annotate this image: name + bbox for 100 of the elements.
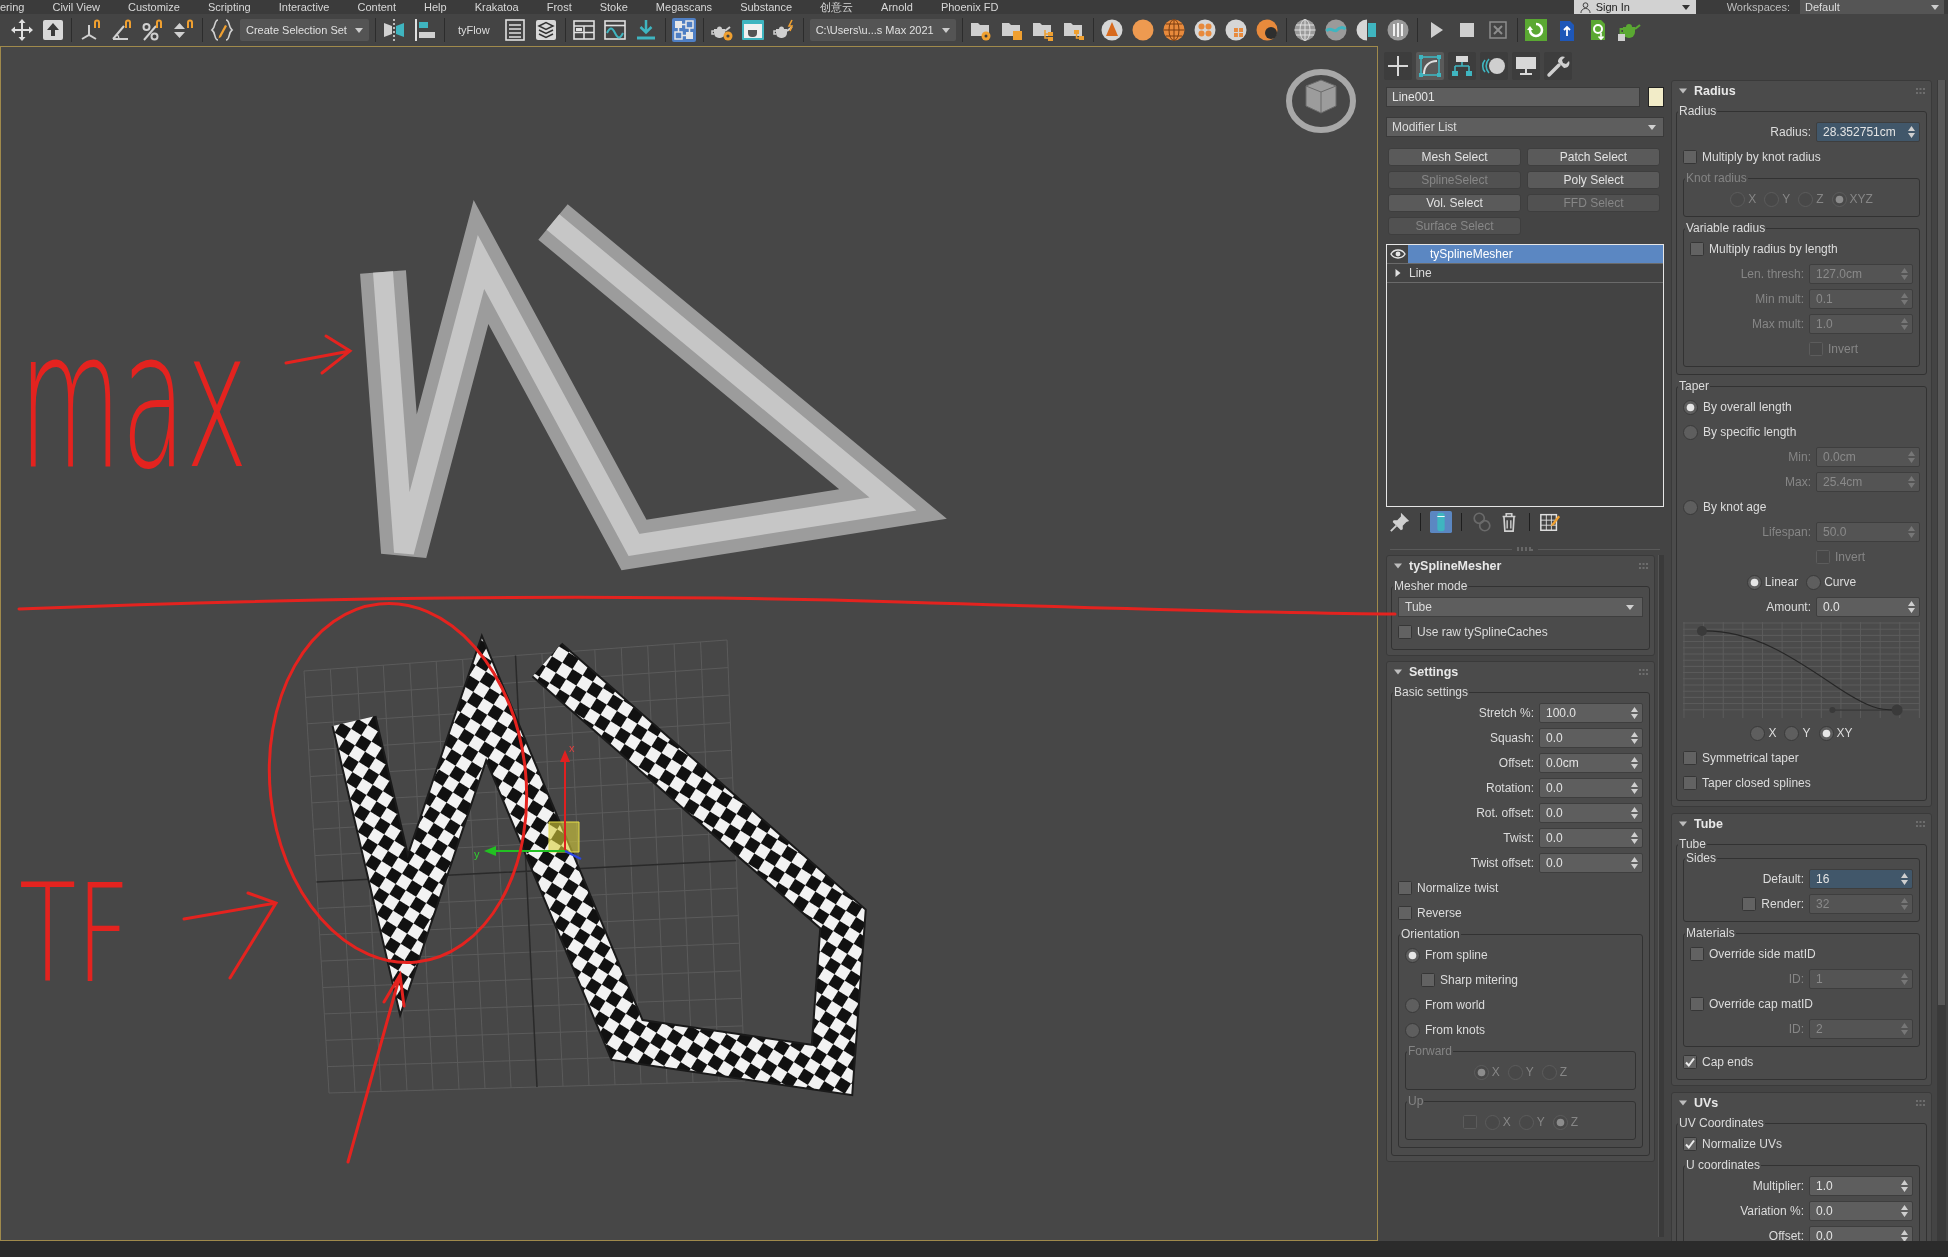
modifier-button[interactable]: Poly Select	[1527, 171, 1660, 189]
teapot-window-icon[interactable]	[741, 18, 766, 42]
menu-item[interactable]: Customize	[127, 0, 180, 14]
triangle-icon[interactable]	[1394, 667, 1402, 676]
object-name-field[interactable]: Line001	[1386, 87, 1640, 107]
angle-magnet-icon[interactable]	[109, 18, 134, 42]
number-field[interactable]: 1.0	[1809, 1176, 1913, 1196]
modifier-button[interactable]: Mesh Select	[1388, 148, 1521, 166]
dotted-sphere-icon[interactable]	[1193, 18, 1218, 42]
number-field[interactable]: 100.0	[1539, 703, 1643, 723]
caret-icon[interactable]	[1626, 604, 1634, 610]
menu-item[interactable]: ering	[0, 0, 25, 14]
menu-item[interactable]: Krakatoa	[474, 0, 519, 14]
checkbox[interactable]	[1398, 881, 1412, 895]
menu-item[interactable]: Scripting	[207, 0, 251, 14]
checkbox[interactable]	[1683, 751, 1697, 765]
triangle-icon[interactable]	[1679, 1098, 1687, 1107]
spinner-arrows-icon[interactable]	[1631, 782, 1638, 794]
menu-item[interactable]: Stoke	[599, 0, 628, 14]
align-icon[interactable]	[413, 18, 438, 42]
crescent-icon[interactable]	[1255, 18, 1280, 42]
number-field[interactable]: 0.0	[1539, 803, 1643, 823]
number-field[interactable]: 0.0	[1809, 1226, 1913, 1241]
checkbox[interactable]	[1690, 997, 1704, 1011]
rollout-title[interactable]: Radius	[1694, 83, 1736, 98]
checkbox[interactable]	[1690, 242, 1704, 256]
menu-item[interactable]: Substance	[740, 0, 793, 14]
eye-icon[interactable]	[1389, 249, 1406, 259]
move-gizmo[interactable]	[484, 750, 582, 861]
globe-icon[interactable]	[1293, 18, 1318, 42]
number-field[interactable]: 0.0	[1539, 828, 1643, 848]
menu-item[interactable]: Megascans	[655, 0, 713, 14]
checkbox[interactable]	[1683, 150, 1697, 164]
wrench-icon[interactable]	[1544, 52, 1572, 80]
grip-dots-icon[interactable]	[1516, 547, 1534, 551]
layers-icon[interactable]	[534, 18, 559, 42]
sphere-icon[interactable]	[1131, 18, 1156, 42]
caret-icon[interactable]	[354, 27, 363, 33]
grip-dots-icon[interactable]	[1916, 1099, 1925, 1106]
caret-icon[interactable]	[941, 27, 950, 33]
caret-icon[interactable]	[1931, 4, 1939, 10]
wire-globe-icon[interactable]	[1162, 18, 1187, 42]
spinner-arrows-icon[interactable]	[1631, 732, 1638, 744]
dropdown[interactable]: C:\Users\u...s Max 2021	[809, 19, 956, 41]
rollout-title[interactable]: UVs	[1694, 1095, 1719, 1110]
radio-button[interactable]	[1746, 574, 1762, 590]
wave-sphere-icon[interactable]	[1324, 18, 1349, 42]
curve-frame-icon[interactable]	[1416, 52, 1444, 80]
menu-item[interactable]: Help	[424, 0, 447, 14]
list-icon[interactable]	[503, 18, 528, 42]
dropdown[interactable]: Create Selection Set	[240, 19, 369, 41]
mirror-icon[interactable]	[382, 18, 407, 42]
stack-item[interactable]: Line	[1408, 264, 1663, 282]
menu-item[interactable]: Civil View	[52, 0, 100, 14]
triangle-icon[interactable]	[1393, 269, 1402, 277]
rollout-title[interactable]: Settings	[1409, 664, 1459, 679]
spinner-arrows-icon[interactable]	[1631, 757, 1638, 769]
radio-button[interactable]	[1683, 499, 1698, 515]
spinner-arrows-icon[interactable]	[1631, 707, 1638, 719]
percent-magnet-icon[interactable]	[140, 18, 165, 42]
spinner-arrows-icon[interactable]	[1908, 601, 1915, 613]
circular-arrow-tile-icon[interactable]	[1524, 18, 1549, 42]
radio-button[interactable]	[1683, 399, 1698, 415]
spinner-arrows-icon[interactable]	[1908, 126, 1915, 138]
toolbar-button[interactable]: tyFlow	[447, 19, 500, 41]
menu-item[interactable]: Interactive	[278, 0, 330, 14]
grip-dots-icon[interactable]	[1916, 820, 1925, 827]
scrollbar[interactable]	[1658, 555, 1664, 1237]
menu-item[interactable]: Frost	[546, 0, 572, 14]
hierarchy-icon[interactable]	[1448, 52, 1476, 80]
caret-icon[interactable]	[1681, 4, 1690, 10]
modifier-button[interactable]: Vol. Select	[1388, 194, 1521, 212]
striped-sphere-icon[interactable]	[1386, 18, 1411, 42]
braces-pencil-icon[interactable]	[209, 18, 234, 42]
number-field[interactable]: 28.352751cm	[1816, 122, 1920, 142]
workspace-dropdown[interactable]: Default	[1800, 0, 1944, 14]
rollout-title[interactable]: tySplineMesher	[1409, 558, 1502, 573]
grid-pencil-icon[interactable]	[1539, 511, 1561, 533]
checkered-tube-mesh[interactable]	[331, 632, 867, 1097]
checkbox[interactable]	[1683, 776, 1697, 790]
move-icon[interactable]	[9, 18, 34, 42]
modifier-list-dropdown[interactable]: Modifier List	[1386, 117, 1664, 137]
plus-icon[interactable]	[1384, 52, 1412, 80]
radio-button[interactable]	[1784, 725, 1800, 741]
modifier-button[interactable]: Patch Select	[1527, 148, 1660, 166]
cone-sphere-icon[interactable]	[1100, 18, 1125, 42]
radio-button[interactable]	[1683, 424, 1698, 440]
view-cube[interactable]	[1286, 69, 1356, 133]
scroll-thumb[interactable]	[1938, 80, 1945, 1005]
sign-in-button[interactable]: Sign In	[1573, 0, 1696, 14]
pin-icon[interactable]	[1389, 511, 1411, 533]
number-field[interactable]: 0.0	[1816, 597, 1920, 617]
triangle-icon[interactable]	[1679, 86, 1687, 95]
menu-item[interactable]: Arnold	[881, 0, 913, 14]
number-field[interactable]: 0.0	[1539, 778, 1643, 798]
spinner-arrows-icon[interactable]	[1631, 857, 1638, 869]
triangle-icon[interactable]	[1679, 819, 1687, 828]
number-field[interactable]: 0.0	[1539, 853, 1643, 873]
caret-icon[interactable]	[1648, 124, 1656, 130]
radio-button[interactable]	[1818, 725, 1834, 741]
